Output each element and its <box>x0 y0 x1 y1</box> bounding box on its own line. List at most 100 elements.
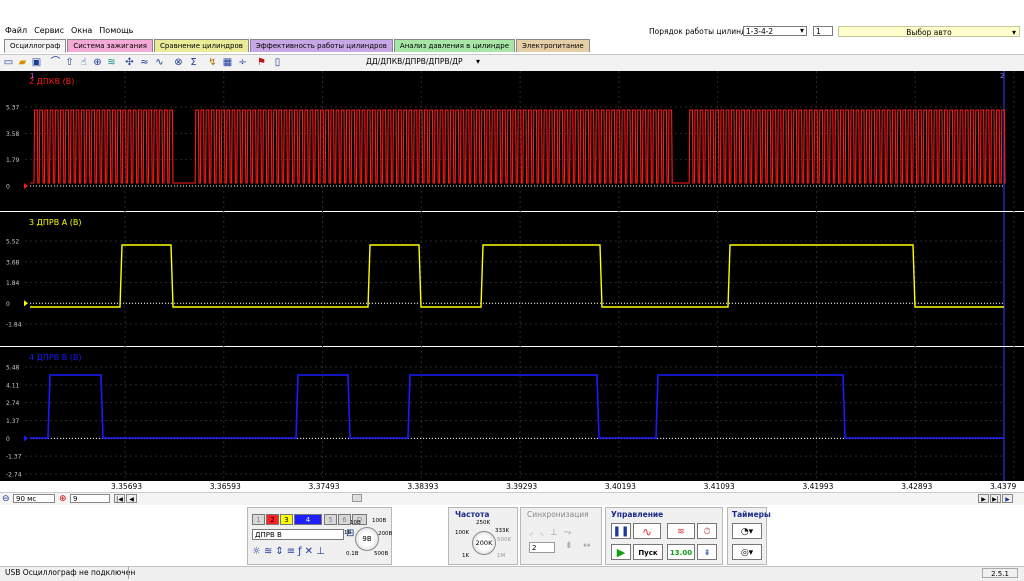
volt-mark: 200В <box>378 531 393 537</box>
flag-icon[interactable]: ⚑ <box>256 57 267 68</box>
channel-1-button[interactable]: 1 <box>252 514 265 525</box>
scroll-row: ⊖ 90 мс ⊕ 9 |◀ ◀ ▶ ▶| ▶ <box>0 492 1024 505</box>
grid-icon[interactable]: ▦ <box>222 57 233 68</box>
car-select[interactable]: Выбор авто <box>838 26 1020 38</box>
sigma-icon[interactable]: Σ <box>188 57 199 68</box>
y-tick-label: 1.79 <box>6 157 20 164</box>
x-tick-label: 3.40193 <box>604 482 636 491</box>
compare-icon[interactable]: ≈ <box>139 57 150 68</box>
menu-service[interactable]: Сервис <box>34 26 64 35</box>
sync-channel-select[interactable]: 2 <box>529 542 555 553</box>
time-div-select[interactable]: 90 мс <box>13 494 55 503</box>
tab-power[interactable]: Электропитание <box>516 39 590 52</box>
tab-cylinder-efficiency[interactable]: Эффективность работы цилиндров <box>249 39 393 52</box>
status-bar <box>0 566 1024 581</box>
status-divider <box>128 567 129 579</box>
save-icon[interactable]: ▣ <box>31 57 42 68</box>
freq-mark: 1K <box>462 553 470 559</box>
oscilloscope-display[interactable]: 1 25.373.581.7902 ДПКВ (В)5.523.681.840-1… <box>0 71 1024 481</box>
sync-position-icon[interactable]: ↔ <box>583 541 591 551</box>
frequency-title: Частота <box>455 510 490 519</box>
open-icon[interactable]: ▰ <box>17 57 28 68</box>
volt-mark: 10В <box>350 520 361 526</box>
cursor-icon[interactable]: ⇧ <box>64 57 75 68</box>
y-tick-label: 0 <box>6 301 10 308</box>
spectrum-icon[interactable]: ≋ <box>106 57 117 68</box>
probe-icon[interactable]: ⌒ <box>50 57 61 68</box>
prev-icon[interactable]: ◀ <box>126 494 137 503</box>
freq-mark: 1M <box>497 553 506 559</box>
first-icon[interactable]: |◀ <box>114 494 125 503</box>
offset-icon: ⊥ <box>316 546 328 557</box>
y-tick-label: -2.74 <box>6 472 22 479</box>
timers-title: Таймеры <box>732 510 771 519</box>
filter-icon[interactable]: ∿ <box>154 57 165 68</box>
channel-tools[interactable]: ☼≋⇕≡ƒ✕⊥ <box>252 546 328 557</box>
hand-icon[interactable]: ☝ <box>78 57 89 68</box>
freq-mark: 100K <box>455 530 470 536</box>
zoom-icon[interactable]: ⊕ <box>92 57 103 68</box>
scroll-thumb[interactable] <box>352 494 362 502</box>
sine-icon[interactable]: ∿ <box>633 523 661 539</box>
status-text: USB Осциллограф не подключен <box>5 568 136 577</box>
play-icon[interactable]: ▶ <box>1002 494 1013 503</box>
frequency-knob[interactable]: 200K <box>472 531 496 555</box>
next-icon[interactable]: ▶ <box>978 494 989 503</box>
x-tick-label: 3.38393 <box>407 482 439 491</box>
toolbar: ▭ ▰ ▣ ⌒ ⇧ ☝ ⊕ ≋ ✣ ≈ ∿ ⊗ Σ ↯ ▦ ÷ ⚑ ▯ <box>0 54 1024 72</box>
channel-2-label: 2 ДПКВ (В) <box>29 77 74 86</box>
next-frame-icon[interactable]: ▶| <box>990 494 1001 503</box>
page-icon[interactable]: ▯ <box>272 57 283 68</box>
control-value[interactable]: 13.00 <box>667 544 695 560</box>
mode-dropdown-icon[interactable]: ▾ <box>476 57 480 66</box>
noise-icon[interactable]: ≋ <box>667 523 695 539</box>
channel-panel: 1 2 3 4 5 6 D ДПРВ B ⊟ ☼≋⇕≡ƒ✕⊥ 9В 10В 10… <box>247 507 392 565</box>
cylinder-spin[interactable]: 1 <box>813 26 833 36</box>
channel-4-label: 4 ДПРВ B (В) <box>29 353 82 362</box>
sync-edge-icons[interactable]: ⸝⸜⊥⤳ <box>529 525 577 538</box>
cylinder-order-select[interactable]: 1-3-4-2 <box>743 26 807 36</box>
start-button[interactable]: Пуск <box>633 544 663 560</box>
zoom-out-icon[interactable]: ⊖ <box>2 494 10 504</box>
channel-4-button[interactable]: 4 <box>294 514 322 525</box>
y-tick-label: 1.37 <box>6 418 20 425</box>
x-tick-label: 3.37493 <box>308 482 340 491</box>
tab-cylinder-compare[interactable]: Сравнение цилиндров <box>153 39 249 52</box>
count-select[interactable]: 9 <box>70 494 110 503</box>
wave-icon: ≋ <box>263 546 276 557</box>
measure-icon[interactable]: ✣ <box>124 57 135 68</box>
mode-label[interactable]: ДД/ДПКВ/ДПРВ/ДПРВ/ДР <box>366 57 463 66</box>
auto-icon[interactable]: ⏱ <box>697 523 717 539</box>
step-icon[interactable]: ⇟ <box>697 544 717 560</box>
channel-5-button[interactable]: 5 <box>324 514 337 525</box>
zoom-in-icon[interactable]: ⊕ <box>59 494 67 504</box>
tab-oscilloscope[interactable]: Осциллограф <box>4 39 67 53</box>
cursor-2-marker[interactable]: 2 <box>1000 72 1004 80</box>
tab-pressure-analysis[interactable]: Анализ давления в цилиндре <box>393 39 515 52</box>
pause-icon[interactable]: ❚❚ <box>611 523 631 539</box>
menu-help[interactable]: Помощь <box>99 26 133 35</box>
divide-icon[interactable]: ÷ <box>237 57 248 68</box>
version-label: 2.5.1 <box>982 568 1018 578</box>
timer-icon[interactable]: ◔▾ <box>732 523 762 539</box>
channel-2-button[interactable]: 2 <box>266 514 279 525</box>
frequency-panel: Частота 200K 250K 100K 333K 500K 1K 1M <box>448 507 518 565</box>
play-start-icon[interactable]: ▶ <box>611 544 631 560</box>
sync-level-icon[interactable]: ⇟ <box>565 541 573 551</box>
freq-mark: 250K <box>476 520 491 526</box>
tab-bar: Осциллограф Система зажигания Сравнение … <box>4 39 591 53</box>
marker-icon[interactable]: ↯ <box>207 57 218 68</box>
trigger-icon[interactable]: ⊗ <box>173 57 184 68</box>
y-tick-label: 5.37 <box>6 105 20 112</box>
new-icon[interactable]: ▭ <box>3 57 14 68</box>
timer-record-icon[interactable]: ◎▾ <box>732 544 762 560</box>
y-tick-label: 3.58 <box>6 131 20 138</box>
menu-file[interactable]: Файл <box>5 26 27 35</box>
channel-3-button[interactable]: 3 <box>280 514 293 525</box>
voltage-knob[interactable]: 9В <box>355 527 379 551</box>
freq-mark: 333K <box>495 528 510 534</box>
y-tick-label: 1.84 <box>6 280 20 287</box>
channel-name-input[interactable]: ДПРВ B <box>252 529 344 540</box>
tab-ignition[interactable]: Система зажигания <box>67 39 153 52</box>
menu-windows[interactable]: Окна <box>71 26 92 35</box>
